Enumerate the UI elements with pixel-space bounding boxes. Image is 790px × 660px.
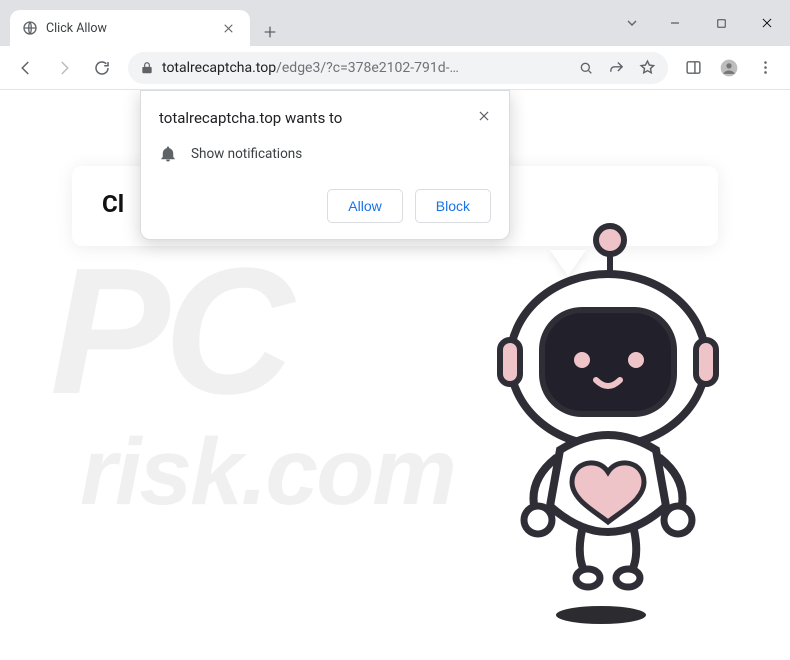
side-panel-button[interactable] (676, 51, 710, 85)
robot-illustration (460, 210, 750, 630)
star-icon[interactable] (639, 59, 656, 76)
robot-shadow (556, 606, 646, 624)
notification-permission-dialog: totalrecaptcha.top wants to Show notific… (140, 90, 510, 240)
new-tab-button[interactable] (256, 18, 284, 46)
tab-search-button[interactable] (612, 6, 652, 40)
dialog-close-button[interactable] (473, 105, 495, 127)
url-host: totalrecaptcha.top (162, 60, 276, 76)
watermark-line2: risk.com (80, 434, 455, 510)
bell-icon (159, 145, 177, 163)
profile-button[interactable] (712, 51, 746, 85)
speech-bubble-tail (550, 250, 586, 276)
dialog-title: totalrecaptcha.top wants to (159, 109, 491, 127)
lock-icon (140, 61, 154, 75)
browser-tab[interactable]: Click Allow (10, 10, 250, 46)
forward-button[interactable] (46, 50, 82, 86)
tab-close-button[interactable] (220, 20, 236, 36)
watermark: PC risk.com (50, 260, 455, 510)
titlebar: Click Allow (0, 0, 790, 46)
toolbar: totalrecaptcha.top/edge3/?c=378e2102-791… (0, 46, 790, 90)
reload-button[interactable] (84, 50, 120, 86)
block-button[interactable]: Block (415, 189, 491, 223)
globe-icon (22, 20, 38, 36)
back-button[interactable] (8, 50, 44, 86)
robot-svg (460, 210, 750, 630)
dialog-row-text: Show notifications (191, 146, 302, 162)
address-bar[interactable]: totalrecaptcha.top/edge3/?c=378e2102-791… (128, 52, 668, 84)
watermark-line1: PC (50, 231, 288, 432)
allow-button[interactable]: Allow (327, 189, 402, 223)
search-icon[interactable] (578, 60, 594, 76)
minimize-button[interactable] (652, 6, 698, 40)
menu-button[interactable] (748, 51, 782, 85)
url-text: totalrecaptcha.top/edge3/?c=378e2102-791… (162, 60, 459, 76)
share-icon[interactable] (608, 59, 625, 76)
tab-title: Click Allow (46, 21, 212, 36)
window-close-button[interactable] (744, 6, 790, 40)
window-controls (612, 0, 790, 46)
url-path: /edge3/?c=378e2102-791d-… (276, 60, 459, 76)
page-content: PC risk.com Cl (0, 90, 790, 660)
maximize-button[interactable] (698, 6, 744, 40)
